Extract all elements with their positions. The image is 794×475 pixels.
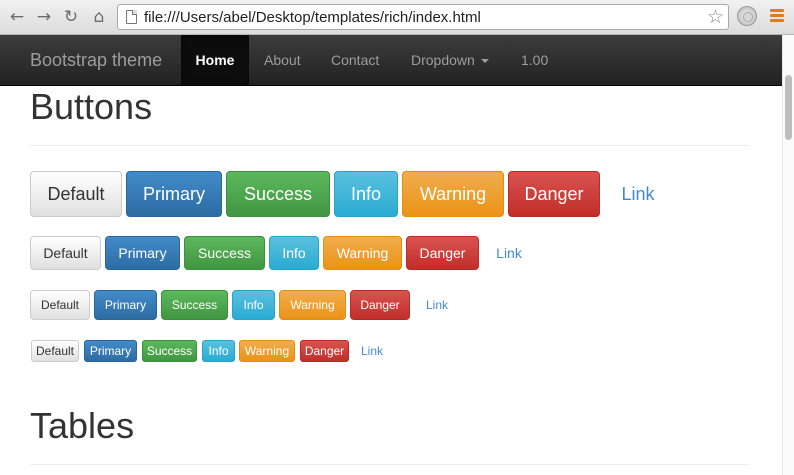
scrollbar-thumb[interactable]: [785, 75, 792, 140]
info-button[interactable]: Info: [269, 236, 319, 270]
url-text[interactable]: file:///Users/abel/Desktop/templates/ric…: [144, 9, 481, 26]
vertical-scrollbar[interactable]: [782, 35, 794, 475]
info-button-large[interactable]: Info: [334, 171, 398, 217]
nav-item-dropdown[interactable]: Dropdown: [411, 35, 489, 85]
home-icon[interactable]: ⌂: [88, 6, 110, 28]
warning-button[interactable]: Warning: [323, 236, 402, 270]
nav-item-label: About: [264, 52, 301, 68]
navbar: Bootstrap theme Home About Contact Dropd…: [0, 35, 782, 86]
link-button-large[interactable]: Link: [610, 171, 666, 217]
browser-toolbar: ← → ↻ ⌂ file:///Users/abel/Desktop/templ…: [0, 0, 794, 35]
nav-item-about[interactable]: About: [264, 35, 301, 85]
extension-icon[interactable]: [737, 6, 757, 26]
default-button-xs[interactable]: Default: [31, 340, 79, 362]
menu-icon[interactable]: [770, 9, 784, 23]
primary-button-large[interactable]: Primary: [126, 171, 222, 217]
primary-button-small[interactable]: Primary: [94, 290, 157, 320]
nav-item-label: Dropdown: [411, 52, 475, 68]
success-button-large[interactable]: Success: [226, 171, 330, 217]
primary-button[interactable]: Primary: [105, 236, 180, 270]
danger-button-large[interactable]: Danger: [508, 171, 600, 217]
nav-item-label: Home: [195, 52, 235, 68]
section-title-buttons: Buttons: [30, 86, 153, 127]
nav-item-home[interactable]: Home: [181, 35, 249, 85]
reload-icon[interactable]: ↻: [60, 6, 82, 28]
page-icon: [126, 10, 137, 24]
danger-button[interactable]: Danger: [406, 236, 479, 270]
divider: [30, 145, 750, 146]
info-button-small[interactable]: Info: [232, 290, 275, 320]
nav-item-version[interactable]: 1.00: [521, 35, 548, 85]
danger-button-xs[interactable]: Danger: [300, 340, 349, 362]
address-bar[interactable]: file:///Users/abel/Desktop/templates/ric…: [117, 4, 729, 30]
info-button-xs[interactable]: Info: [202, 340, 235, 362]
star-icon[interactable]: ☆: [707, 6, 724, 28]
success-button-xs[interactable]: Success: [142, 340, 197, 362]
divider: [30, 464, 750, 465]
warning-button-large[interactable]: Warning: [402, 171, 504, 217]
section-title-tables: Tables: [30, 405, 135, 446]
warning-button-small[interactable]: Warning: [279, 290, 346, 320]
back-icon[interactable]: ←: [6, 6, 28, 28]
warning-button-xs[interactable]: Warning: [239, 340, 295, 362]
primary-button-xs[interactable]: Primary: [84, 340, 137, 362]
success-button[interactable]: Success: [184, 236, 265, 270]
default-button-small[interactable]: Default: [30, 290, 90, 320]
forward-icon[interactable]: →: [33, 6, 55, 28]
nav-item-label: Contact: [331, 52, 380, 68]
default-button[interactable]: Default: [30, 236, 101, 270]
link-button[interactable]: Link: [487, 236, 531, 270]
caret-down-icon: [480, 59, 489, 64]
link-button-small[interactable]: Link: [418, 290, 456, 320]
navbar-brand[interactable]: Bootstrap theme: [30, 50, 162, 71]
link-button-xs[interactable]: Link: [354, 340, 390, 362]
nav-item-contact[interactable]: Contact: [331, 35, 379, 85]
nav-item-label: 1.00: [521, 52, 549, 68]
danger-button-small[interactable]: Danger: [350, 290, 410, 320]
success-button-small[interactable]: Success: [161, 290, 228, 320]
default-button-large[interactable]: Default: [30, 171, 122, 217]
